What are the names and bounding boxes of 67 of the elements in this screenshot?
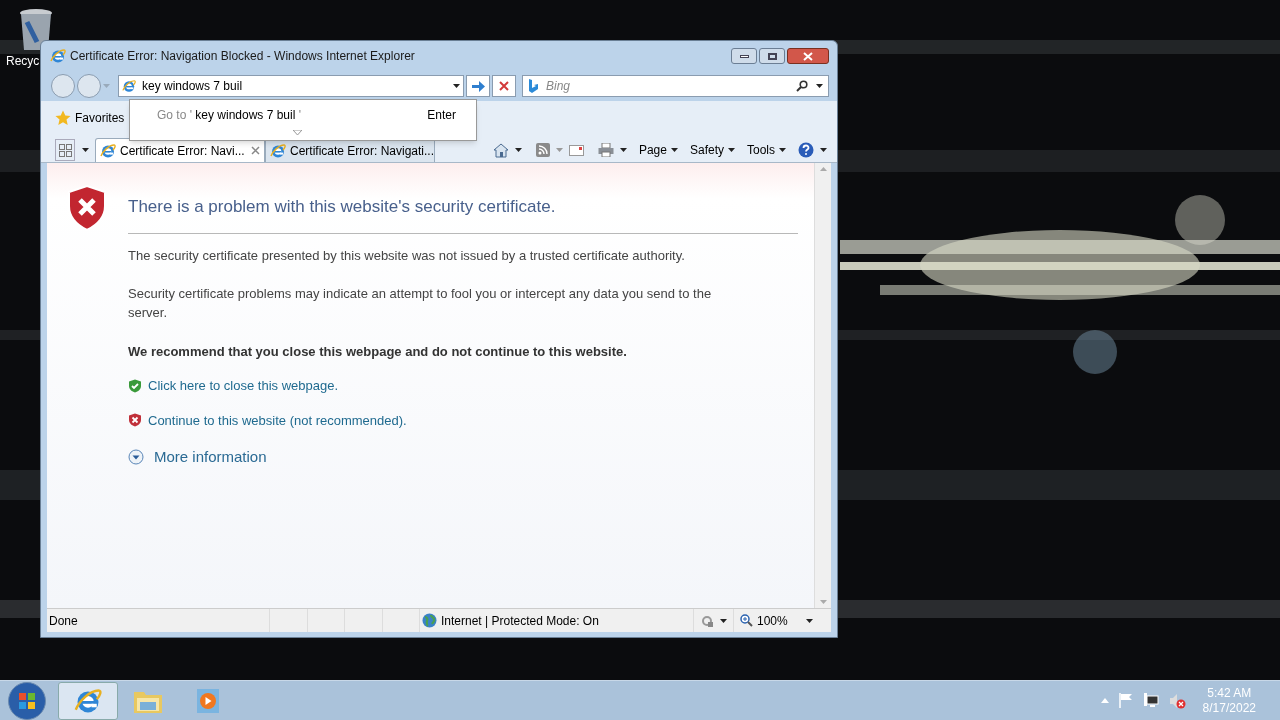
caret-icon[interactable] [514,148,522,152]
security-zone: Internet | Protected Mode: On [441,612,599,630]
close-icon [803,51,813,61]
caret-icon [728,148,735,152]
zoom-level[interactable]: 100% [757,611,788,630]
expand-circle-icon[interactable] [128,449,144,466]
media-player-icon [196,687,220,714]
globe-icon [422,613,437,628]
more-information-link[interactable]: More information [154,446,267,469]
go-button[interactable] [466,75,490,97]
command-menu[interactable]: Safety [689,141,735,159]
taskbar-button[interactable] [58,681,118,720]
browser-logo-icon [270,142,286,159]
caret-icon[interactable] [453,84,460,88]
close-icon [499,81,509,91]
mail-icon[interactable] [568,144,584,156]
trash-bin-icon[interactable] [19,8,53,52]
home-icon[interactable] [492,142,509,158]
help-icon[interactable] [798,142,814,158]
caret-icon[interactable] [816,84,823,88]
printer-icon[interactable] [597,143,614,157]
start-button[interactable] [8,681,46,720]
check-shield-icon [128,378,142,393]
error-heading: There is a problem with this website's security certificate. [128,194,798,234]
browser-logo-icon [74,686,102,715]
favorites-button[interactable]: Favorites [75,109,125,127]
window-title: Certificate Error: Navigation Blocked - Windows Internet Explorer [70,48,415,65]
continue-link[interactable]: Continue to this website (not recommended). [148,410,407,430]
error-warning: Security certificate problems may indicate an attempt to fool you or intercept any data you send to the server. [128,284,713,322]
star-icon [55,110,71,126]
caret-icon [779,148,786,152]
close-tab-icon[interactable] [251,146,260,155]
address-field[interactable]: key windows 7 buil [118,75,464,97]
browser-logo-icon [100,142,116,159]
search-field[interactable]: Bing [546,77,788,95]
caret-icon[interactable] [619,148,627,152]
arrow-right-icon [471,80,485,92]
desktop-icon-label: Recyc [6,53,40,70]
browser-logo-icon [122,79,136,93]
cross-shield-icon [128,413,142,428]
command-menu[interactable]: Page [638,141,678,159]
enter-hint: Enter [427,107,456,124]
search-icon[interactable] [796,80,808,92]
command-menu[interactable]: Tools [747,141,786,159]
feed-icon[interactable] [535,143,550,157]
zoom-icon[interactable] [740,614,753,627]
close-button[interactable] [787,48,829,64]
browser-logo-icon [50,48,66,64]
caret-icon [670,148,678,152]
search-box[interactable]: Bing [522,75,829,97]
quick-tabs-button[interactable] [55,139,75,161]
address-suggestion[interactable]: Go to ' key windows 7 buil ' Enter [129,99,477,141]
network-icon[interactable] [1142,693,1159,708]
recommendation-text: We recommend that you close this webpage and do not continue to this website. [128,342,628,361]
error-shield-icon [67,185,107,231]
muted-speaker-icon[interactable] [1168,692,1187,709]
caret-icon[interactable] [81,148,89,152]
maximize-button[interactable] [759,48,785,64]
minimize-button[interactable] [731,48,757,64]
error-explanation: The security certificate presented by this website was not issued by a trusted certificate authority. [128,246,686,265]
suggestion-text: Go to ' key windows 7 buil ' [157,107,302,124]
expand-icon[interactable] [293,130,302,135]
close-page-link[interactable]: Click here to close this webpage. [148,376,339,396]
status-text: Done [48,612,79,630]
caret-icon[interactable] [820,148,827,152]
bing-logo-icon [528,79,538,93]
stop-button[interactable] [492,75,516,97]
